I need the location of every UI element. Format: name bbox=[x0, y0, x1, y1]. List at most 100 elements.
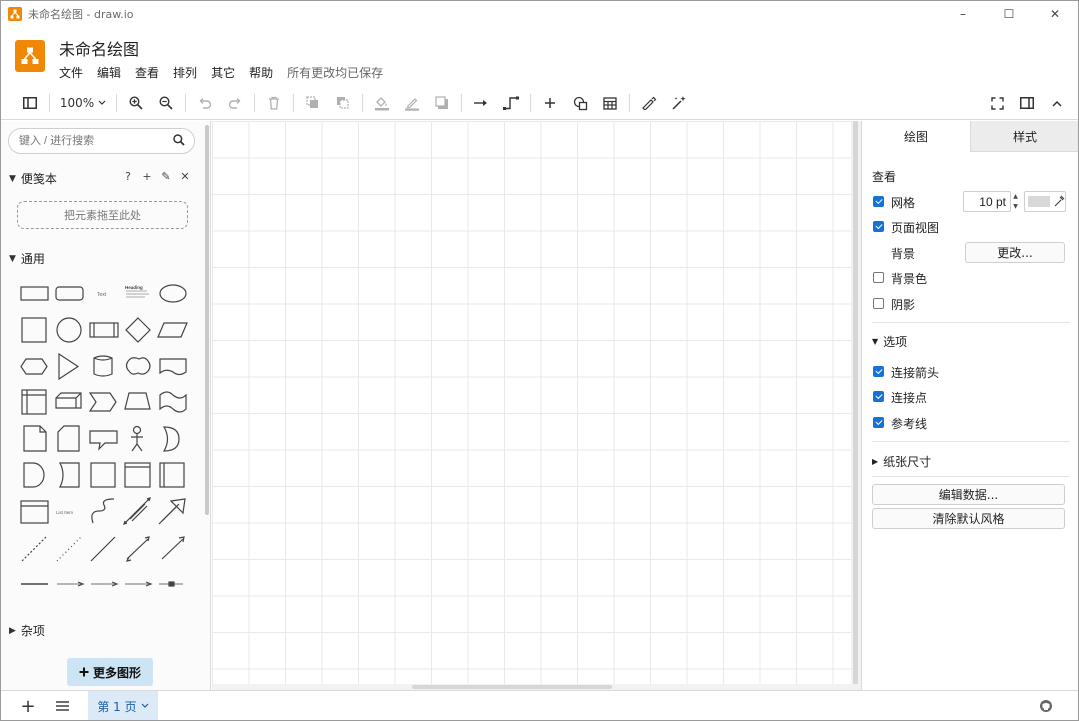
collapse-toolbar-icon[interactable] bbox=[1042, 90, 1072, 116]
cloud-shape[interactable] bbox=[125, 357, 151, 375]
more-shapes-button[interactable]: 更多图形 bbox=[67, 658, 153, 686]
document-shape[interactable] bbox=[159, 358, 187, 376]
caret-right-icon: ▶ bbox=[872, 457, 879, 466]
menu-extras[interactable]: 其它 bbox=[211, 64, 235, 81]
to-front-icon[interactable] bbox=[298, 90, 328, 116]
tape-shape[interactable] bbox=[159, 391, 187, 413]
canvas-vertical-scrollbar[interactable] bbox=[851, 121, 861, 690]
github-icon[interactable] bbox=[1035, 695, 1057, 717]
insert-shape-icon[interactable] bbox=[565, 90, 595, 116]
dashed-line-shape[interactable] bbox=[21, 536, 47, 562]
clear-default-style-button[interactable]: 清除默认风格 bbox=[872, 508, 1065, 529]
misc-header[interactable]: ▶ 杂项 bbox=[9, 622, 45, 639]
line-shape[interactable] bbox=[90, 536, 116, 562]
insert-plus-icon[interactable] bbox=[535, 90, 565, 116]
rectangle-shape[interactable] bbox=[20, 286, 49, 301]
background-color-checkbox[interactable] bbox=[873, 272, 884, 283]
connection-arrow-icon[interactable] bbox=[466, 90, 496, 116]
diamond-shape[interactable] bbox=[125, 317, 151, 343]
bidirectional-connector-shape[interactable] bbox=[125, 536, 150, 562]
table-icon[interactable] bbox=[595, 90, 625, 116]
line-color-icon[interactable] bbox=[397, 90, 427, 116]
more-shapes-label: 更多图形 bbox=[92, 665, 141, 680]
actor-shape[interactable] bbox=[132, 425, 142, 435]
grid-color-button[interactable] bbox=[1024, 191, 1066, 212]
sidebar-scrollbar[interactable] bbox=[205, 125, 209, 515]
maximize-button[interactable]: ☐ bbox=[986, 7, 1032, 21]
pages-menu-icon[interactable] bbox=[51, 695, 73, 717]
directional-connector-shape[interactable] bbox=[161, 536, 185, 560]
menu-arrange[interactable]: 排列 bbox=[173, 64, 197, 81]
change-background-button[interactable]: 更改... bbox=[965, 242, 1065, 263]
zoom-in-icon[interactable] bbox=[121, 90, 151, 116]
freehand-pen-icon[interactable] bbox=[634, 90, 664, 116]
circle-shape[interactable] bbox=[56, 317, 82, 343]
hexagon-shape[interactable] bbox=[20, 358, 48, 375]
menu-edit[interactable]: 编辑 bbox=[97, 64, 121, 81]
options-header[interactable]: ▼ 选项 bbox=[872, 333, 907, 350]
container-shape[interactable] bbox=[90, 462, 116, 488]
waypoints-icon[interactable] bbox=[496, 90, 526, 116]
square-shape[interactable] bbox=[21, 317, 47, 343]
rounded-rectangle-shape[interactable] bbox=[55, 286, 84, 301]
toggle-sidebar-icon[interactable] bbox=[15, 90, 45, 116]
grid-checkbox[interactable] bbox=[873, 196, 884, 207]
tab-style[interactable]: 样式 bbox=[970, 121, 1078, 152]
magic-wand-icon[interactable] bbox=[664, 90, 694, 116]
add-page-button[interactable]: + bbox=[17, 695, 39, 717]
step-shape[interactable] bbox=[88, 392, 117, 412]
cylinder-shape[interactable] bbox=[93, 355, 113, 377]
diagram-canvas[interactable] bbox=[212, 121, 851, 684]
menu-view[interactable]: 查看 bbox=[135, 64, 159, 81]
internal-storage-shape[interactable] bbox=[21, 389, 47, 415]
bidirectional-arrow-shape[interactable] bbox=[123, 497, 151, 525]
trapezoid-shape[interactable] bbox=[124, 392, 151, 410]
close-button[interactable]: ✕ bbox=[1032, 7, 1078, 21]
connection-points-checkbox[interactable] bbox=[873, 391, 884, 402]
fullscreen-icon[interactable] bbox=[982, 90, 1012, 116]
data-storage-shape[interactable] bbox=[59, 462, 80, 488]
grid-size-input[interactable] bbox=[963, 191, 1011, 212]
ellipse-shape[interactable] bbox=[159, 284, 187, 303]
window-title: 未命名绘图 - draw.io bbox=[28, 8, 134, 21]
toolbar: 100% bbox=[1, 87, 1078, 120]
toolbar-divider bbox=[49, 94, 50, 112]
save-status[interactable]: 所有更改均已保存 bbox=[287, 64, 383, 81]
to-back-icon[interactable] bbox=[328, 90, 358, 116]
list-shape[interactable] bbox=[20, 500, 49, 524]
edit-data-button[interactable]: 编辑数据... bbox=[872, 484, 1065, 505]
or-shape[interactable] bbox=[162, 426, 180, 452]
grid-size-stepper[interactable]: ▲ ▼ bbox=[1011, 191, 1020, 212]
paper-size-header[interactable]: ▶ 纸张尺寸 bbox=[872, 453, 931, 470]
menu-file[interactable]: 文件 bbox=[59, 64, 83, 81]
guides-checkbox[interactable] bbox=[873, 417, 884, 428]
toggle-format-panel-icon[interactable] bbox=[1012, 90, 1042, 116]
delay-shape[interactable] bbox=[23, 462, 45, 488]
card-shape[interactable] bbox=[57, 425, 80, 452]
document-title[interactable]: 未命名绘图 bbox=[59, 36, 139, 60]
zoom-out-icon[interactable] bbox=[151, 90, 181, 116]
menu-help[interactable]: 帮助 bbox=[249, 64, 273, 81]
undo-icon[interactable] bbox=[190, 90, 220, 116]
callout-shape[interactable] bbox=[89, 430, 118, 451]
shadow-icon[interactable] bbox=[427, 90, 457, 116]
note-shape[interactable] bbox=[23, 425, 47, 452]
shadow-checkbox[interactable] bbox=[873, 298, 884, 309]
delete-icon[interactable] bbox=[259, 90, 289, 116]
misc-title: 杂项 bbox=[20, 624, 45, 638]
triangle-shape[interactable] bbox=[58, 352, 80, 381]
zoom-dropdown[interactable]: 100% bbox=[54, 91, 112, 115]
cube-shape[interactable] bbox=[55, 392, 82, 409]
connection-arrows-checkbox[interactable] bbox=[873, 366, 884, 377]
text-shape[interactable]: Text bbox=[97, 292, 107, 298]
list-item-shape[interactable]: List Item bbox=[56, 510, 73, 515]
redo-icon[interactable] bbox=[220, 90, 250, 116]
page-tab-1[interactable]: 第 1 页 bbox=[88, 691, 158, 720]
tab-diagram[interactable]: 绘图 bbox=[862, 121, 970, 152]
page-view-checkbox[interactable] bbox=[873, 221, 884, 232]
parallelogram-shape[interactable] bbox=[157, 322, 188, 338]
fill-color-icon[interactable] bbox=[367, 90, 397, 116]
curve-shape[interactable] bbox=[91, 498, 115, 524]
dotted-line-shape[interactable] bbox=[56, 536, 82, 562]
minimize-button[interactable]: – bbox=[940, 7, 986, 21]
